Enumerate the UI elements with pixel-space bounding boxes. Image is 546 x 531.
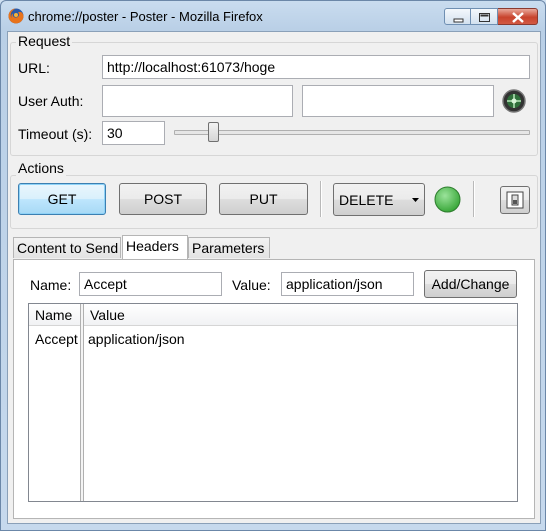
minimize-icon <box>453 18 464 23</box>
tab-parameters-label: Parameters <box>192 240 265 256</box>
column-header-value[interactable]: Value <box>84 304 517 326</box>
user-auth-label: User Auth: <box>18 93 84 109</box>
actions-separator <box>320 181 322 217</box>
status-indicator-icon <box>434 186 461 213</box>
table-row[interactable]: Accept application/json <box>29 328 517 350</box>
maximize-button[interactable] <box>471 8 498 25</box>
settings-toggle-button[interactable] <box>500 186 530 214</box>
row-name-cell: Accept <box>35 331 78 347</box>
close-icon <box>512 12 524 23</box>
method-select[interactable]: DELETE <box>333 183 425 216</box>
method-select-value: DELETE <box>339 192 394 208</box>
toggle-switch-icon <box>506 191 524 209</box>
headers-table[interactable]: Name Value Accept application/json <box>28 303 518 502</box>
add-change-button[interactable]: Add/Change <box>424 270 517 298</box>
get-button-label: GET <box>47 191 77 207</box>
tab-content-to-send[interactable]: Content to Send <box>13 237 121 258</box>
add-change-button-label: Add/Change <box>431 276 510 292</box>
tab-headers-label: Headers <box>126 238 179 254</box>
poster-panel: Request URL: http://localhost:61073/hoge… <box>7 31 541 524</box>
timeout-slider-track[interactable] <box>174 130 530 135</box>
dropdown-arrow-icon <box>412 198 419 202</box>
auth-settings-icon[interactable] <box>502 89 526 113</box>
firefox-icon <box>8 8 24 24</box>
request-group-label: Request <box>16 33 73 49</box>
get-button[interactable]: GET <box>18 183 106 215</box>
tab-parameters[interactable]: Parameters <box>188 237 270 258</box>
user-auth-username-input[interactable] <box>102 85 293 117</box>
row-value-cell: application/json <box>88 331 185 347</box>
timeout-label: Timeout (s): <box>18 126 93 142</box>
post-button[interactable]: POST <box>119 183 207 215</box>
title-bar[interactable]: chrome://poster - Poster - Mozilla Firef… <box>0 0 546 32</box>
header-value-input[interactable]: application/json <box>281 272 414 296</box>
header-value-label: Value: <box>232 277 271 293</box>
user-auth-password-input[interactable] <box>302 85 494 117</box>
maximize-icon <box>479 13 490 22</box>
header-name-input[interactable]: Accept <box>79 272 222 296</box>
minimize-button[interactable] <box>444 8 471 25</box>
header-name-label: Name: <box>30 277 72 293</box>
close-window-button[interactable] <box>498 8 538 25</box>
window-title: chrome://poster - Poster - Mozilla Firef… <box>28 9 263 24</box>
put-button[interactable]: PUT <box>219 183 308 215</box>
url-input[interactable]: http://localhost:61073/hoge <box>102 55 530 79</box>
post-button-label: POST <box>143 191 183 207</box>
column-header-name[interactable]: Name <box>29 304 80 326</box>
tab-headers[interactable]: Headers <box>122 235 188 259</box>
url-label: URL: <box>18 60 50 76</box>
put-button-label: PUT <box>249 191 278 207</box>
actions-separator-2 <box>473 181 475 217</box>
timeout-slider-thumb[interactable] <box>208 122 220 142</box>
actions-group-label: Actions <box>16 160 66 176</box>
timeout-input[interactable]: 30 <box>102 121 165 145</box>
tab-content-to-send-label: Content to Send <box>17 240 119 256</box>
